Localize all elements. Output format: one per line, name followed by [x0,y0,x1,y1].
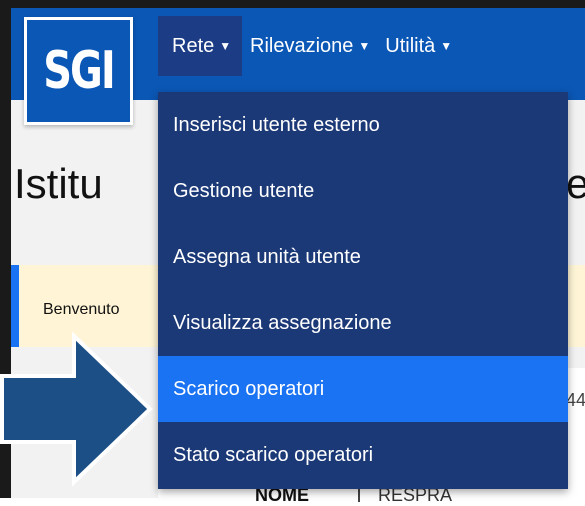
logo-text: SGI [43,41,116,101]
menu-item-stato-scarico-operatori[interactable]: Stato scarico operatori [158,422,568,488]
menu-item-scarico-operatori[interactable]: Scarico operatori [158,356,568,422]
welcome-text: Benvenuto [43,301,120,318]
menu-item-gestione-utente[interactable]: Gestione utente [158,158,568,224]
nav-item-label: Rilevazione [250,34,354,57]
menu-item-inserisci-utente-esterno[interactable]: Inserisci utente esterno [158,92,568,158]
page-title: Istitu [14,160,103,207]
nav-item-utilita[interactable]: Utilità ▼ [377,16,459,76]
nav-item-label: Utilità [385,34,436,57]
rete-dropdown-menu: Inserisci utente esterno Gestione utente… [158,92,568,489]
chevron-down-icon: ▼ [440,39,453,53]
sgi-logo[interactable]: SGI [24,17,133,125]
menu-item-assegna-unita-utente[interactable]: Assegna unità utente [158,224,568,290]
side-value-fragment: 44 [566,390,585,410]
nav-item-label: Rete [172,34,215,57]
main-nav: Rete ▼ Rilevazione ▼ Utilità ▼ [158,16,459,76]
chevron-down-icon: ▼ [219,39,232,53]
nav-item-rilevazione[interactable]: Rilevazione ▼ [242,16,377,76]
page-title-tail: e [566,160,585,207]
pointer-arrow-icon [0,332,153,487]
chevron-down-icon: ▼ [358,39,371,53]
nav-item-rete[interactable]: Rete ▼ [158,16,242,76]
menu-item-visualizza-assegnazione[interactable]: Visualizza assegnazione [158,290,568,356]
